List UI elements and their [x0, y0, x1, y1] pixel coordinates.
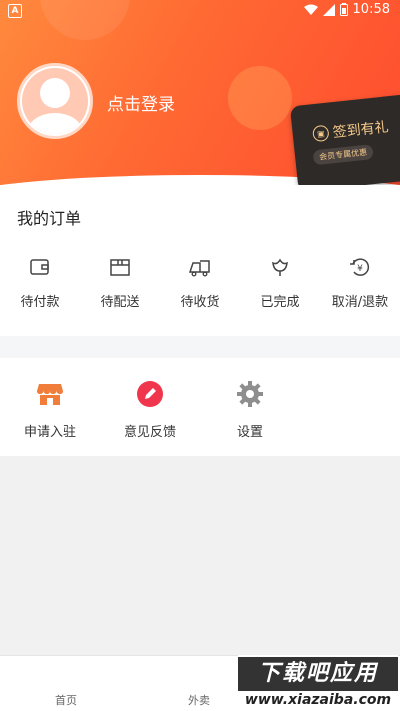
status-time: 10:58 — [352, 2, 390, 17]
flower-icon — [272, 258, 288, 276]
package-icon — [110, 259, 130, 276]
login-link[interactable]: 点击登录 — [107, 90, 175, 115]
watermark-logo: 下载吧应用 — [238, 657, 398, 691]
header-decoration — [228, 66, 292, 130]
gift-icon: ▣ — [312, 124, 330, 143]
wifi-icon — [303, 4, 318, 15]
watermark: 下载吧应用 www.xiazaiba.com — [238, 655, 398, 710]
avatar-placeholder-icon — [22, 68, 88, 134]
services-section: 申请入驻 意见反馈 设置 — [0, 358, 400, 456]
watermark-url: www.xiazaiba.com — [244, 692, 392, 708]
vip-title-text: 签到有礼 — [332, 119, 390, 142]
my-orders-section: 我的订单 待付款 待配送 待收货 已完成 ¥ 取消/退款 — [0, 185, 400, 336]
nav-takeout[interactable]: 外卖 — [188, 692, 210, 708]
avatar[interactable] — [17, 63, 93, 139]
wallet-icon — [30, 259, 49, 275]
order-label: 待收货 — [180, 295, 220, 310]
delivery-truck-icon — [188, 260, 210, 277]
refund-icon: ¥ — [350, 258, 370, 276]
sign-in-reward-card[interactable]: ▣ 签到有礼 会员专属优惠 — [289, 93, 400, 193]
status-bar: A 10:58 — [0, 0, 400, 22]
battery-icon — [339, 3, 348, 16]
section-divider — [0, 336, 400, 358]
signal-icon — [322, 3, 335, 16]
order-pending-payment[interactable]: 待付款 — [0, 255, 80, 310]
order-completed[interactable]: 已完成 — [240, 255, 320, 310]
order-label: 已完成 — [260, 295, 300, 310]
order-pending-receipt[interactable]: 待收货 — [160, 255, 240, 310]
store-icon — [37, 384, 63, 405]
order-label: 待付款 — [20, 295, 60, 310]
svg-text:¥: ¥ — [357, 264, 363, 274]
service-label: 意见反馈 — [123, 425, 176, 440]
order-cancel-refund[interactable]: ¥ 取消/退款 — [320, 255, 400, 310]
apply-merchant-button[interactable]: 申请入驻 — [10, 380, 90, 440]
app-notification-icon: A — [8, 4, 22, 18]
order-label: 待配送 — [100, 295, 140, 310]
settings-button[interactable]: 设置 — [210, 380, 290, 440]
service-label: 设置 — [236, 425, 263, 440]
pencil-icon — [137, 381, 163, 407]
gear-icon — [237, 381, 263, 407]
feedback-button[interactable]: 意见反馈 — [110, 380, 190, 440]
orders-title: 我的订单 — [17, 209, 82, 228]
vip-title: ▣ 签到有礼 — [312, 116, 390, 144]
nav-home[interactable]: 首页 — [55, 692, 77, 708]
service-label: 申请入驻 — [23, 425, 76, 440]
order-label: 取消/退款 — [331, 295, 389, 310]
order-pending-delivery[interactable]: 待配送 — [80, 255, 160, 310]
vip-subtitle: 会员专属优惠 — [312, 144, 374, 166]
status-icons: 10:58 — [303, 2, 390, 17]
